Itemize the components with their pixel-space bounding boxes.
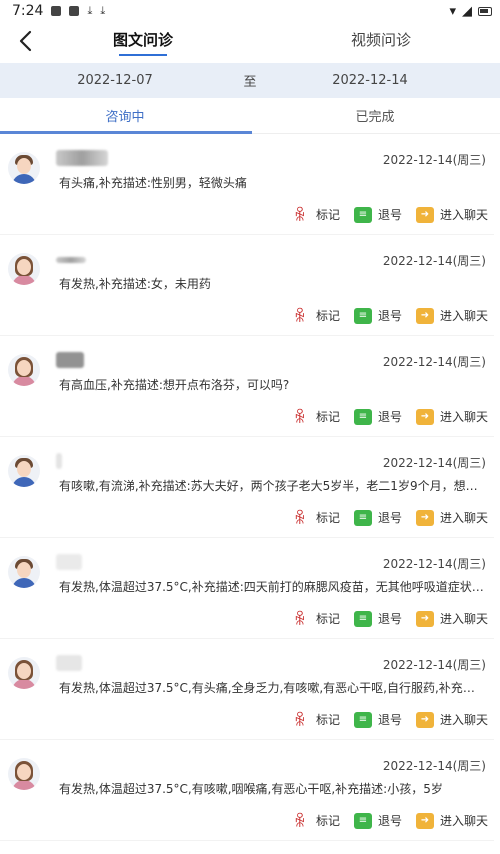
enter-chat-button[interactable]: ➜ 进入聊天 [415, 408, 488, 425]
people-mark-icon: ꆜ [293, 307, 307, 326]
arrow-right-icon: ➜ [415, 812, 434, 829]
mark-button[interactable]: ꆜ 标记 [290, 206, 340, 225]
consult-card[interactable]: 2022-12-14(周三) 有发热,体温超过37.5°C,补充描述:四天前打的… [0, 538, 494, 639]
consult-date: 2022-12-14(周三) [382, 355, 486, 369]
patient-name-blurred [56, 453, 62, 469]
mark-button[interactable]: ꆜ 标记 [290, 711, 340, 730]
enter-chat-button[interactable]: ➜ 进入聊天 [415, 812, 488, 829]
arrow-right-icon: ➜ [415, 408, 434, 425]
patient-name-blurred [56, 554, 82, 570]
people-mark-icon: ꆜ [293, 610, 307, 629]
tab-image-text-consult[interactable]: 图文问诊 [113, 29, 173, 56]
date-separator: 至 [243, 75, 257, 90]
people-mark-icon: ꆜ [293, 509, 307, 528]
consult-description: 有咳嗽,有流涕,补充描述:苏大夫好，两个孩子老大5岁半，老二1岁9个月，想给孩.… [59, 479, 484, 493]
consult-card[interactable]: 2022-12-14(周三) 有发热,体温超过37.5°C,有头痛,全身乏力,有… [0, 639, 494, 740]
avatar [8, 556, 40, 588]
patient-name-blurred [56, 150, 108, 166]
status-tabs: 咨询中 已完成 [0, 98, 500, 134]
top-nav: 图文问诊 视频问诊 [0, 22, 500, 62]
people-mark-icon: ꆜ [293, 206, 307, 225]
consult-description: 有高血压,补充描述:想开点布洛芬，可以吗? [59, 378, 290, 392]
status-bar: 7:24 ⤓ ⤓ ▾ ◢ [0, 0, 500, 22]
people-mark-icon: ꆜ [293, 711, 307, 730]
patient-name-blurred [56, 257, 86, 263]
tab-in-consultation[interactable]: 咨询中 [0, 98, 250, 133]
chevron-left-icon [19, 30, 32, 52]
consult-description: 有发热,体温超过37.5°C,有头痛,全身乏力,有咳嗽,有恶心干呕,自行服药,补… [59, 681, 484, 695]
tab-completed[interactable]: 已完成 [250, 98, 500, 133]
enter-chat-button[interactable]: ➜ 进入聊天 [415, 509, 488, 526]
refund-button[interactable]: ≡ 退号 [353, 206, 402, 223]
list-icon: ≡ [353, 307, 372, 324]
list-icon: ≡ [353, 206, 372, 223]
refund-button[interactable]: ≡ 退号 [353, 408, 402, 425]
consult-description: 有发热,补充描述:女，未用药 [59, 277, 211, 291]
consult-card[interactable]: 2022-12-14(周三) 有发热,补充描述:女，未用药 ꆜ 标记 ≡ 退号 ➜ 进… [0, 235, 494, 336]
tab-video-consult[interactable]: 视频问诊 [351, 29, 411, 56]
notification-icon [51, 6, 62, 16]
avatar [8, 455, 40, 487]
mark-button[interactable]: ꆜ 标记 [290, 307, 340, 326]
enter-chat-button[interactable]: ➜ 进入聊天 [415, 610, 488, 627]
consult-card[interactable]: 2022-12-14(周三) 有咳嗽,有流涕,补充描述:苏大夫好，两个孩子老大5… [0, 437, 494, 538]
consult-card[interactable]: 2022-12-14(周三) 有发热,体温超过37.5°C,有咳嗽,咽喉痛,有恶… [0, 740, 494, 841]
enter-chat-button[interactable]: ➜ 进入聊天 [415, 206, 488, 223]
refund-button[interactable]: ≡ 退号 [353, 711, 402, 728]
people-mark-icon: ꆜ [293, 812, 307, 831]
consult-description: 有发热,体温超过37.5°C,有咳嗽,咽喉痛,有恶心干呕,补充描述:小孩，5岁 [59, 782, 443, 796]
consult-date: 2022-12-14(周三) [382, 658, 486, 672]
consult-date: 2022-12-14(周三) [382, 557, 486, 571]
arrow-right-icon: ➜ [415, 610, 434, 627]
arrow-right-icon: ➜ [415, 307, 434, 324]
app-icon [69, 6, 80, 16]
avatar [8, 253, 40, 285]
refund-button[interactable]: ≡ 退号 [353, 610, 402, 627]
end-date[interactable]: 2022-12-14 [260, 73, 500, 88]
mark-button[interactable]: ꆜ 标记 [290, 812, 340, 831]
consult-date: 2022-12-14(周三) [382, 153, 486, 167]
start-date[interactable]: 2022-12-07 [0, 73, 240, 88]
consult-card[interactable]: 2022-12-14(周三) 有高血压,补充描述:想开点布洛芬，可以吗? ꆜ 标记… [0, 336, 494, 437]
consult-list: 2022-12-14(周三) 有头痛,补充描述:性别男，轻微头痛 ꆜ 标记 ≡ 退号… [0, 134, 500, 841]
avatar [8, 354, 40, 386]
battery-icon [478, 6, 492, 16]
arrow-right-icon: ➜ [415, 711, 434, 728]
patient-name-blurred [56, 352, 84, 368]
avatar [8, 657, 40, 689]
refund-button[interactable]: ≡ 退号 [353, 509, 402, 526]
consult-date: 2022-12-14(周三) [382, 456, 486, 470]
enter-chat-button[interactable]: ➜ 进入聊天 [415, 711, 488, 728]
date-range-bar: 2022-12-07 至 2022-12-14 [0, 63, 500, 98]
refund-button[interactable]: ≡ 退号 [353, 307, 402, 324]
enter-chat-button[interactable]: ➜ 进入聊天 [415, 307, 488, 324]
refund-button[interactable]: ≡ 退号 [353, 812, 402, 829]
list-icon: ≡ [353, 711, 372, 728]
avatar [8, 758, 40, 790]
patient-name-blurred [56, 655, 82, 671]
signal-icon: ◢ [462, 3, 472, 19]
consult-description: 有发热,体温超过37.5°C,补充描述:四天前打的麻腮风疫苗，无其他呼吸道症状，… [59, 580, 484, 594]
list-icon: ≡ [353, 610, 372, 627]
download-icon: ⤓ [87, 4, 93, 17]
list-icon: ≡ [353, 408, 372, 425]
arrow-right-icon: ➜ [415, 509, 434, 526]
consult-description: 有头痛,补充描述:性别男，轻微头痛 [59, 176, 247, 190]
mark-button[interactable]: ꆜ 标记 [290, 610, 340, 629]
consult-date: 2022-12-14(周三) [382, 254, 486, 268]
wifi-icon: ▾ [449, 3, 456, 19]
list-icon: ≡ [353, 812, 372, 829]
consult-date: 2022-12-14(周三) [382, 759, 486, 773]
back-button[interactable] [10, 26, 40, 56]
download-icon-2: ⤓ [100, 4, 106, 17]
arrow-right-icon: ➜ [415, 206, 434, 223]
mark-button[interactable]: ꆜ 标记 [290, 408, 340, 427]
people-mark-icon: ꆜ [293, 408, 307, 427]
status-time: 7:24 [12, 3, 44, 19]
consult-card[interactable]: 2022-12-14(周三) 有头痛,补充描述:性别男，轻微头痛 ꆜ 标记 ≡ 退号… [0, 134, 494, 235]
list-icon: ≡ [353, 509, 372, 526]
mark-button[interactable]: ꆜ 标记 [290, 509, 340, 528]
avatar [8, 152, 40, 184]
